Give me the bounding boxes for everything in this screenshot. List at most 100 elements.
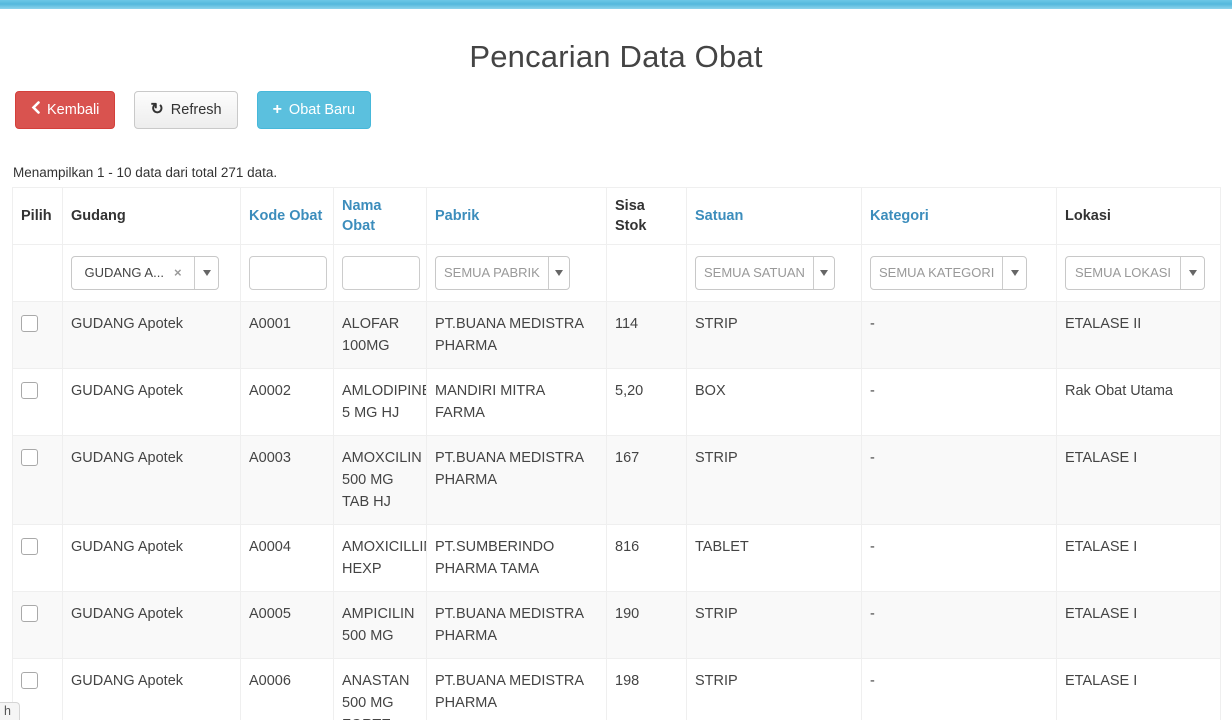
cell-sisa-stok: 198 [607,659,687,720]
cell-sisa-stok: 190 [607,592,687,659]
cell-satuan: STRIP [687,659,862,720]
row-checkbox[interactable] [21,315,38,332]
plus-icon: + [273,103,282,117]
chevron-down-icon [820,270,828,276]
kode-obat-filter-input[interactable] [249,256,327,290]
cell-kategori: - [862,659,1057,720]
cell-gudang: GUDANG Apotek [63,525,241,592]
satuan-filter-placeholder: SEMUA SATUAN [696,257,813,289]
cell-gudang: GUDANG Apotek [63,436,241,525]
table-row: GUDANG ApotekA0006ANASTAN 500 MG FORTEPT… [13,659,1221,720]
kategori-filter-select[interactable]: SEMUA KATEGORI [870,256,1027,290]
pabrik-filter-caret[interactable] [548,257,569,289]
cell-sisa-stok: 816 [607,525,687,592]
gudang-filter-select[interactable]: GUDANG A... × [71,256,219,290]
chevron-left-icon [31,100,40,120]
pabrik-filter-placeholder: SEMUA PABRIK [436,257,548,289]
cell-nama-obat: AMPICILIN 500 MG [334,592,427,659]
back-button[interactable]: Kembali [15,91,115,129]
cell-lokasi: Rak Obat Utama [1057,369,1221,436]
row-checkbox[interactable] [21,382,38,399]
chevron-down-icon [555,270,563,276]
data-grid: Pilih Gudang Kode Obat Nama Obat Pabrik … [12,187,1220,720]
link-preview-tooltip: h [0,702,20,720]
row-checkbox[interactable] [21,672,38,689]
column-header-gudang: Gudang [63,188,241,245]
kategori-filter-caret[interactable] [1002,257,1026,289]
result-summary: Menampilkan 1 - 10 data dari total 271 d… [13,165,1232,180]
cell-kategori: - [862,525,1057,592]
top-accent-bar [0,0,1232,9]
nama-obat-filter-input[interactable] [342,256,420,290]
cell-satuan: STRIP [687,436,862,525]
cell-lokasi: ETALASE I [1057,525,1221,592]
cell-gudang: GUDANG Apotek [63,369,241,436]
cell-kode-obat: A0004 [241,525,334,592]
cell-gudang: GUDANG Apotek [63,659,241,720]
lokasi-filter-caret[interactable] [1180,257,1204,289]
gudang-filter-caret[interactable] [194,257,218,289]
column-header-satuan[interactable]: Satuan [695,208,743,224]
cell-lokasi: ETALASE II [1057,302,1221,369]
refresh-icon: ↻ [150,103,163,117]
table-body: GUDANG ApotekA0001ALOFAR 100MGPT.BUANA M… [13,302,1221,720]
table-header-row: Pilih Gudang Kode Obat Nama Obat Pabrik … [13,188,1221,245]
column-header-pilih: Pilih [13,188,63,245]
filter-row: GUDANG A... × SEMUA PABRIK [13,245,1221,302]
cell-gudang: GUDANG Apotek [63,302,241,369]
row-select-cell [13,525,63,592]
column-header-kode-obat[interactable]: Kode Obat [249,208,322,224]
row-select-cell [13,302,63,369]
cell-kode-obat: A0002 [241,369,334,436]
clear-icon[interactable]: × [174,262,182,284]
cell-lokasi: ETALASE I [1057,436,1221,525]
cell-satuan: TABLET [687,525,862,592]
cell-satuan: STRIP [687,592,862,659]
table-row: GUDANG ApotekA0001ALOFAR 100MGPT.BUANA M… [13,302,1221,369]
cell-nama-obat: AMLODIPINE 5 MG HJ [334,369,427,436]
cell-nama-obat: AMOXCILIN 500 MG TAB HJ [334,436,427,525]
column-header-lokasi: Lokasi [1057,188,1221,245]
row-select-cell [13,659,63,720]
table-row: GUDANG ApotekA0004AMOXICILLIN HEXPPT.SUM… [13,525,1221,592]
row-checkbox[interactable] [21,538,38,555]
pabrik-filter-select[interactable]: SEMUA PABRIK [435,256,570,290]
cell-pabrik: PT.BUANA MEDISTRA PHARMA [427,302,607,369]
new-obat-button-label: Obat Baru [289,100,355,120]
cell-kategori: - [862,369,1057,436]
column-header-pabrik[interactable]: Pabrik [435,208,479,224]
cell-sisa-stok: 167 [607,436,687,525]
lokasi-filter-select[interactable]: SEMUA LOKASI [1065,256,1205,290]
cell-sisa-stok: 5,20 [607,369,687,436]
cell-kode-obat: A0001 [241,302,334,369]
cell-kategori: - [862,592,1057,659]
chevron-down-icon [203,270,211,276]
row-select-cell [13,436,63,525]
column-header-sisa-stok: Sisa Stok [607,188,687,245]
cell-nama-obat: ALOFAR 100MG [334,302,427,369]
cell-pabrik: PT.SUMBERINDO PHARMA TAMA [427,525,607,592]
table-row: GUDANG ApotekA0003AMOXCILIN 500 MG TAB H… [13,436,1221,525]
row-checkbox[interactable] [21,449,38,466]
cell-kategori: - [862,436,1057,525]
refresh-button-label: Refresh [171,100,222,120]
satuan-filter-select[interactable]: SEMUA SATUAN [695,256,835,290]
cell-gudang: GUDANG Apotek [63,592,241,659]
cell-pabrik: MANDIRI MITRA FARMA [427,369,607,436]
column-header-kategori[interactable]: Kategori [870,208,929,224]
column-header-nama-obat[interactable]: Nama Obat [342,198,382,234]
cell-kode-obat: A0005 [241,592,334,659]
new-obat-button[interactable]: + Obat Baru [257,91,371,129]
refresh-button[interactable]: ↻ Refresh [134,91,237,129]
cell-kode-obat: A0006 [241,659,334,720]
cell-pabrik: PT.BUANA MEDISTRA PHARMA [427,592,607,659]
row-checkbox[interactable] [21,605,38,622]
chevron-down-icon [1011,270,1019,276]
chevron-down-icon [1189,270,1197,276]
cell-satuan: STRIP [687,302,862,369]
filter-cell-pilih [13,245,63,302]
cell-pabrik: PT.BUANA MEDISTRA PHARMA [427,659,607,720]
satuan-filter-caret[interactable] [813,257,834,289]
cell-nama-obat: ANASTAN 500 MG FORTE [334,659,427,720]
row-select-cell [13,592,63,659]
